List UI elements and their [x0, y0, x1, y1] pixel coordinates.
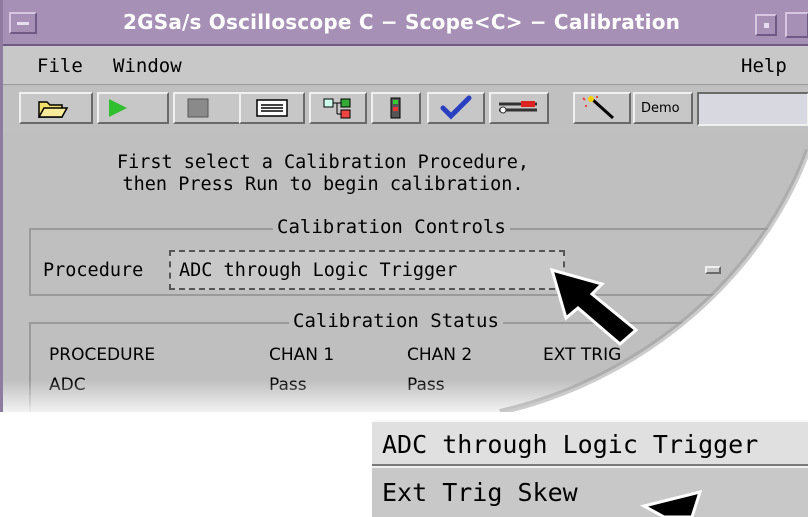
popup-item-adc[interactable]: ADC through Logic Trigger — [372, 420, 808, 466]
magnifier-curve — [499, 148, 808, 412]
pointer-arrow-icon — [549, 267, 639, 346]
popup-item-ext-trig-skew[interactable]: Ext Trig Skew — [372, 466, 808, 517]
procedure-popup-menu: ADC through Logic Trigger Ext Trig Skew — [372, 420, 808, 517]
popup-pointer-arrow-icon — [640, 489, 703, 517]
